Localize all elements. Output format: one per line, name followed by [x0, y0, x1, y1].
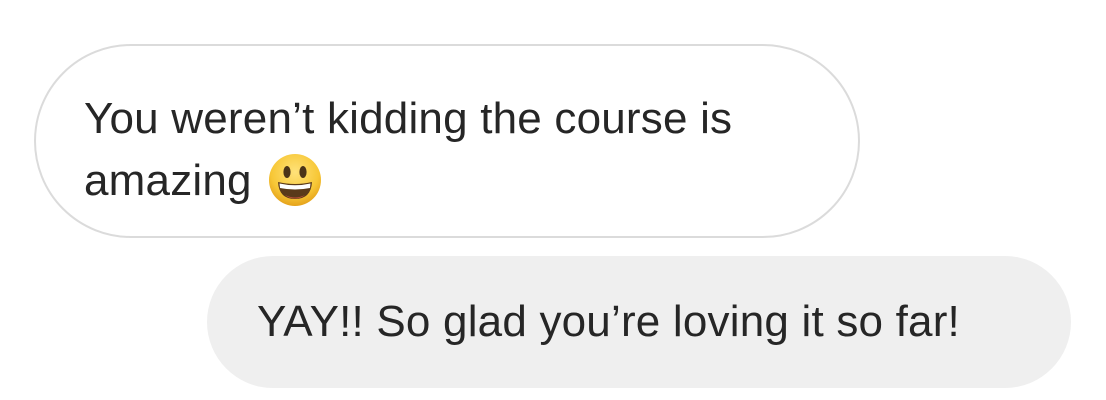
received-message-line-1: You weren’t kidding the course is	[84, 94, 733, 143]
grinning-face-icon	[268, 153, 322, 207]
received-message-line-2-wrapper: amazing	[84, 150, 818, 212]
received-message-line-2: amazing	[84, 156, 252, 205]
received-message-bubble[interactable]: You weren’t kidding the course is amazin…	[34, 44, 860, 238]
sent-message-text: YAY!! So glad you’re loving it so far!	[257, 297, 960, 346]
sent-message-bubble[interactable]: YAY!! So glad you’re loving it so far!	[207, 256, 1071, 388]
